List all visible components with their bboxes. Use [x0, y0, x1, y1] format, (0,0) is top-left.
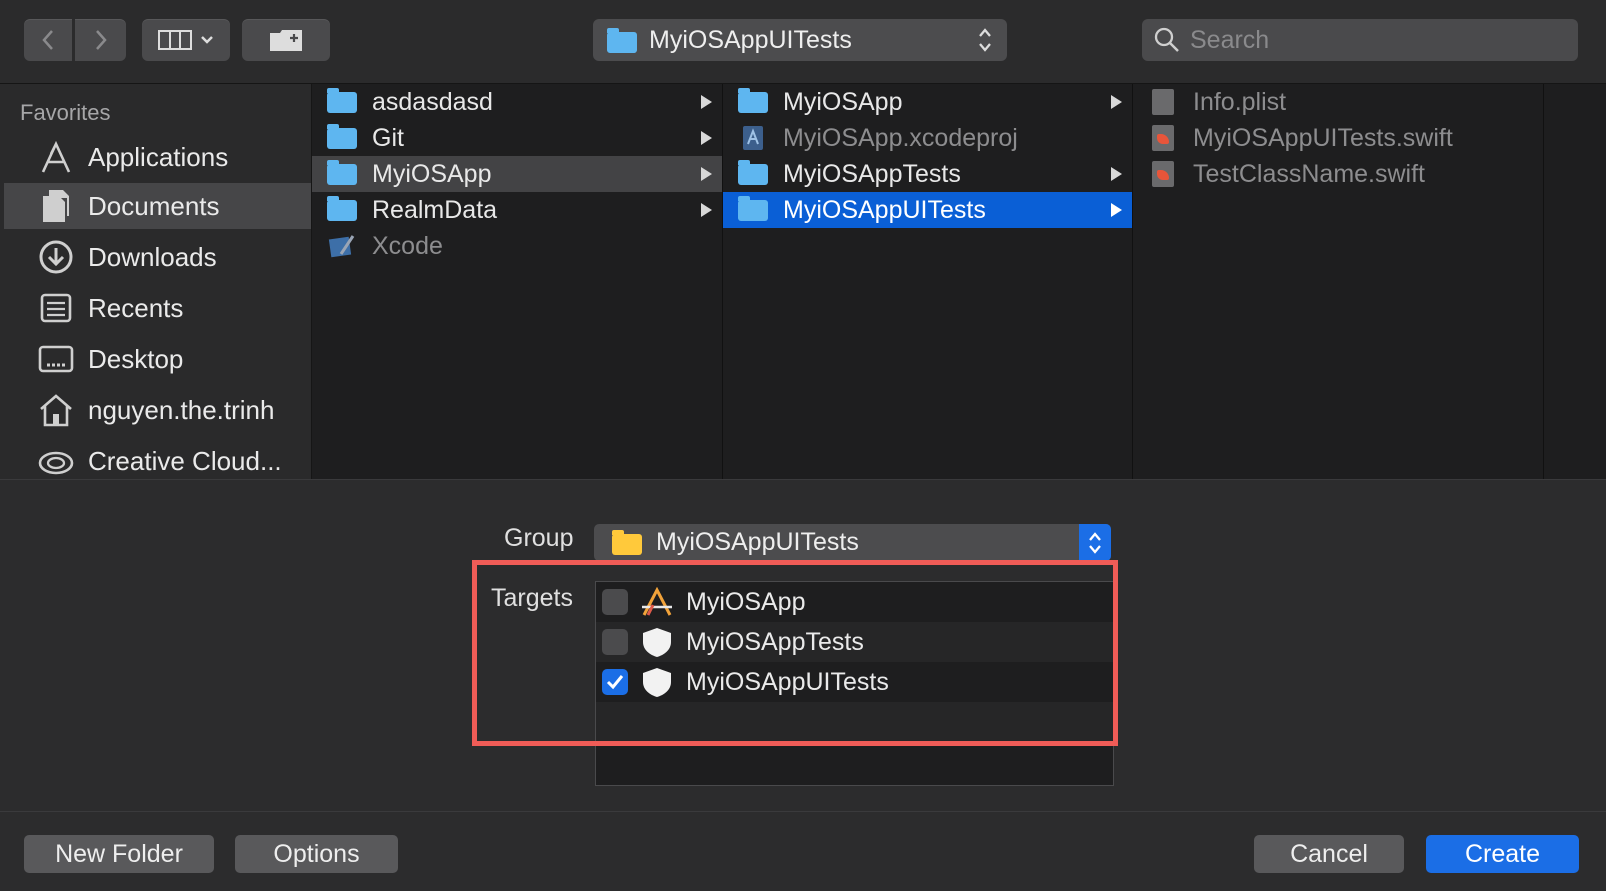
item-label: RealmData	[372, 195, 498, 224]
search-field[interactable]: Search	[1142, 19, 1578, 61]
browser-column-2: MyiOSApp MyiOSApp.xcodeproj MyiOSAppTest…	[723, 84, 1133, 479]
item-label: TestClassName.swift	[1193, 159, 1425, 188]
list-item-realmdata[interactable]: RealmData	[312, 192, 722, 228]
disclosure-arrow-icon	[701, 203, 712, 217]
new-folder-icon	[270, 30, 302, 51]
item-label: MyiOSAppUITests.swift	[1193, 123, 1453, 152]
popup-stepper	[1079, 524, 1111, 561]
sidebar-item-label: Creative Cloud...	[88, 445, 282, 476]
item-label: MyiOSApp	[372, 159, 492, 188]
list-item-asdasdasd[interactable]: asdasdasd	[312, 84, 722, 120]
disclosure-arrow-icon	[1111, 203, 1122, 217]
forward-button[interactable]	[75, 19, 126, 61]
sidebar-item-label: Recents	[88, 292, 184, 323]
browser-column-1: asdasdasd Git MyiOSApp RealmData Xcode	[312, 84, 723, 479]
recents-icon	[36, 290, 76, 326]
sidebar-item-home[interactable]: nguyen.the.trinh	[4, 387, 311, 433]
xcode-app-icon	[326, 233, 358, 259]
columns-view-icon	[158, 30, 192, 50]
sidebar-item-label: Applications	[88, 141, 229, 172]
footer-divider	[0, 811, 1606, 812]
list-item-uitests-swift[interactable]: MyiOSAppUITests.swift	[1133, 120, 1543, 156]
folder-icon	[326, 195, 358, 223]
sidebar-item-label: nguyen.the.trinh	[88, 394, 275, 425]
new-folder-toolbar-button[interactable]	[242, 19, 330, 61]
list-item-myiosapp-folder[interactable]: MyiOSApp	[723, 84, 1132, 120]
item-label: Info.plist	[1193, 87, 1287, 116]
folder-icon	[737, 159, 769, 187]
sidebar-item-label: Documents	[88, 190, 220, 221]
folder-icon	[607, 27, 637, 53]
list-item-info-plist[interactable]: Info.plist	[1133, 84, 1543, 120]
folder-icon	[737, 195, 769, 223]
folder-icon	[326, 87, 358, 115]
create-button[interactable]: Create	[1426, 835, 1579, 873]
item-label: Git	[372, 123, 404, 152]
list-item-testclassname-swift[interactable]: TestClassName.swift	[1133, 156, 1543, 192]
sidebar-item-label: Downloads	[88, 241, 217, 272]
sidebar: Favorites Applications Documents Downloa…	[0, 84, 312, 479]
item-label: MyiOSAppUITests	[783, 195, 986, 224]
path-popup[interactable]: MyiOSAppUITests	[593, 19, 1007, 61]
plist-file-icon	[1147, 89, 1179, 115]
browser-column-4	[1544, 84, 1606, 479]
sidebar-item-applications[interactable]: Applications	[4, 134, 311, 180]
disclosure-arrow-icon	[701, 167, 712, 181]
search-placeholder: Search	[1190, 25, 1270, 54]
list-item-xcodeproj[interactable]: MyiOSApp.xcodeproj	[723, 120, 1132, 156]
documents-icon	[36, 188, 76, 224]
options-button[interactable]: Options	[235, 835, 398, 873]
sidebar-item-desktop[interactable]: Desktop	[4, 336, 311, 382]
item-label: MyiOSApp	[783, 87, 903, 116]
item-label: MyiOSAppTests	[783, 159, 961, 188]
new-folder-button[interactable]: New Folder	[24, 835, 214, 873]
up-down-chevron-icon	[1089, 531, 1101, 554]
list-item-myiosappuitests[interactable]: MyiOSAppUITests	[723, 192, 1132, 228]
swift-file-icon	[1147, 125, 1179, 151]
sidebar-item-creative-cloud[interactable]: Creative Cloud...	[4, 438, 311, 479]
sidebar-item-documents[interactable]: Documents	[4, 183, 311, 229]
home-icon	[36, 392, 76, 428]
group-label: Group	[504, 524, 574, 552]
chevron-down-icon	[201, 36, 213, 44]
folder-icon	[737, 87, 769, 115]
cancel-button[interactable]: Cancel	[1254, 835, 1404, 873]
list-item-xcode[interactable]: Xcode	[312, 228, 722, 264]
item-label: MyiOSApp.xcodeproj	[783, 123, 1018, 152]
chevron-left-icon	[42, 30, 53, 50]
search-icon	[1154, 27, 1179, 52]
disclosure-arrow-icon	[1111, 95, 1122, 109]
folder-icon	[612, 530, 642, 555]
disclosure-arrow-icon	[701, 131, 712, 145]
disclosure-arrow-icon	[701, 95, 712, 109]
view-mode-button[interactable]	[142, 19, 230, 61]
item-label: asdasdasd	[372, 87, 493, 116]
sidebar-item-label: Desktop	[88, 343, 184, 374]
up-down-chevron-icon	[979, 28, 991, 52]
applications-icon	[36, 139, 76, 175]
list-item-git[interactable]: Git	[312, 120, 722, 156]
chevron-right-icon	[95, 30, 107, 50]
disclosure-arrow-icon	[1111, 167, 1122, 181]
browser-column-3: Info.plist MyiOSAppUITests.swift TestCla…	[1133, 84, 1544, 479]
folder-icon	[326, 159, 358, 187]
sidebar-heading: Favorites	[20, 100, 111, 125]
sidebar-item-downloads[interactable]: Downloads	[4, 234, 311, 280]
path-title: MyiOSAppUITests	[649, 25, 852, 54]
highlight-box	[472, 560, 1118, 746]
creative-cloud-icon	[36, 443, 76, 479]
list-item-myiosapp[interactable]: MyiOSApp	[312, 156, 722, 192]
group-value: MyiOSAppUITests	[656, 528, 859, 556]
group-popup[interactable]: MyiOSAppUITests	[594, 524, 1111, 561]
xcodeproj-icon	[737, 125, 769, 151]
folder-icon	[326, 123, 358, 151]
back-button[interactable]	[24, 19, 72, 61]
item-label: Xcode	[372, 231, 443, 260]
desktop-icon	[36, 341, 76, 377]
sidebar-item-recents[interactable]: Recents	[4, 285, 311, 331]
downloads-icon	[36, 239, 76, 275]
list-item-myiosapptests[interactable]: MyiOSAppTests	[723, 156, 1132, 192]
swift-file-icon	[1147, 161, 1179, 187]
